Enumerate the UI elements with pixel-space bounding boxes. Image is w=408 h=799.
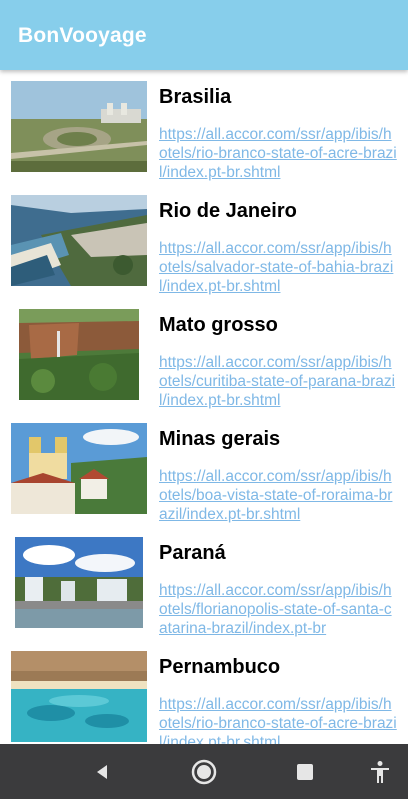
place-name: Mato grosso xyxy=(159,314,278,336)
place-name: Rio de Janeiro xyxy=(159,200,297,222)
place-name: Pernambuco xyxy=(159,656,281,678)
list-item[interactable]: Mato grosso https://all.accor.com/ssr/ap… xyxy=(0,298,408,412)
accessibility-icon[interactable] xyxy=(350,744,408,799)
list-item[interactable]: Minas gerais https://all.accor.com/ssr/a… xyxy=(0,412,408,526)
list-item[interactable]: Brasilia https://all.accor.com/ssr/app/i… xyxy=(0,70,408,184)
list-item[interactable]: Rio de Janeiro https://all.accor.com/ssr… xyxy=(0,184,408,298)
home-icon[interactable] xyxy=(174,744,234,799)
place-name: Paraná xyxy=(159,542,226,564)
system-navigation-bar xyxy=(0,744,408,799)
place-name: Minas gerais xyxy=(159,428,281,450)
hotel-link[interactable]: https://all.accor.com/ssr/app/ibis/hotel… xyxy=(159,695,399,744)
place-name: Brasilia xyxy=(159,86,232,108)
hotel-link[interactable]: https://all.accor.com/ssr/app/ibis/hotel… xyxy=(159,581,399,638)
mato-grosso-photo xyxy=(19,309,139,400)
app-title: BonVooyage xyxy=(18,24,147,47)
app-bar: BonVooyage xyxy=(0,0,408,70)
rio-photo xyxy=(11,195,147,286)
back-icon[interactable] xyxy=(72,744,132,799)
hotel-link[interactable]: https://all.accor.com/ssr/app/ibis/hotel… xyxy=(159,125,399,182)
list-item[interactable]: Pernambuco https://all.accor.com/ssr/app… xyxy=(0,640,408,744)
recents-icon[interactable] xyxy=(275,744,335,799)
list-item[interactable]: Paraná https://all.accor.com/ssr/app/ibi… xyxy=(0,526,408,640)
hotel-link[interactable]: https://all.accor.com/ssr/app/ibis/hotel… xyxy=(159,467,399,524)
pernambuco-photo xyxy=(11,651,147,742)
parana-photo xyxy=(15,537,143,628)
destination-list[interactable]: Brasilia https://all.accor.com/ssr/app/i… xyxy=(0,70,408,744)
minas-gerais-photo xyxy=(11,423,147,514)
hotel-link[interactable]: https://all.accor.com/ssr/app/ibis/hotel… xyxy=(159,353,399,410)
hotel-link[interactable]: https://all.accor.com/ssr/app/ibis/hotel… xyxy=(159,239,399,296)
brasilia-photo xyxy=(11,81,147,172)
